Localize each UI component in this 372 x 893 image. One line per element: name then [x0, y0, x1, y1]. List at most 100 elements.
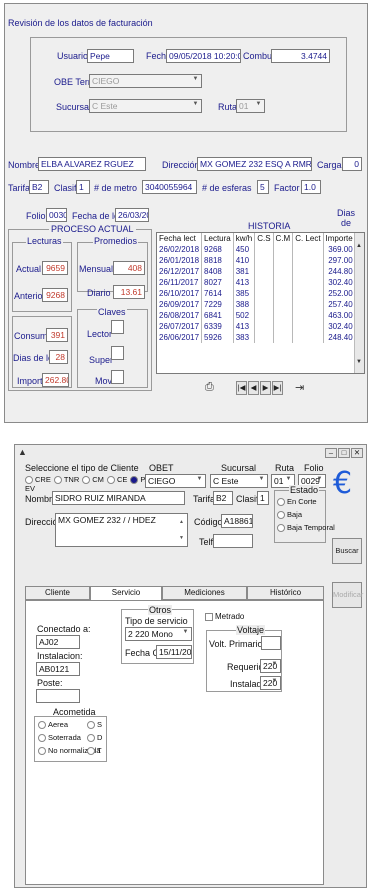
- nombre-field[interactable]: ELBA ALVAREZ RGUEZ: [38, 157, 146, 171]
- table-row[interactable]: 26/06/20175926383248.4031: [157, 332, 364, 343]
- c-clasif-label: Clasif: [236, 494, 259, 504]
- table-cell: [292, 255, 324, 266]
- codigo-field[interactable]: A18861: [221, 514, 253, 528]
- history-table: Fecha lect Lectura kw/h C.S C.M C. Lect Import…: [157, 233, 364, 343]
- table-row[interactable]: 26/09/20177229388257.4031: [157, 299, 364, 310]
- c-sucursal-label: Sucursal: [221, 463, 257, 473]
- poste-field[interactable]: [36, 689, 80, 703]
- modificar-button[interactable]: Modificar: [332, 582, 363, 608]
- obet-value: CIEGO: [148, 476, 176, 486]
- estado-label: Estado: [289, 485, 320, 495]
- obe-select[interactable]: CIEGO ▼: [89, 74, 202, 88]
- tab-servicio[interactable]: Servicio: [90, 586, 162, 601]
- consumo-field[interactable]: 391: [46, 328, 68, 342]
- sucursal-select[interactable]: C Este ▼: [89, 99, 202, 113]
- table-cell: 381: [233, 266, 256, 277]
- chevron-down-icon: ▼: [255, 101, 262, 107]
- lector-field[interactable]: [111, 320, 124, 334]
- tab-cliente[interactable]: Cliente: [25, 586, 90, 600]
- fecha-field[interactable]: 09/05/2018 10:20:03 AM: [166, 49, 241, 63]
- acometida-code-option[interactable]: T: [87, 746, 102, 759]
- prev-record-icon[interactable]: ◀: [248, 381, 259, 395]
- obet-select[interactable]: CIEGO ▼: [145, 474, 206, 488]
- instalado-select[interactable]: 220 ▼: [260, 676, 281, 690]
- tipo-option-cm[interactable]: CM: [82, 475, 104, 485]
- folio-field[interactable]: 0030: [46, 208, 67, 222]
- direccion-scrollbar[interactable]: ▲ ▼: [177, 514, 186, 546]
- carga-field[interactable]: 0: [342, 157, 362, 171]
- ruta-select[interactable]: 01 ▼: [236, 99, 265, 113]
- table-cell: 7614: [201, 288, 234, 299]
- ruta-value: 01: [239, 101, 249, 111]
- tipo-option-tnr[interactable]: TNR: [53, 475, 80, 485]
- combus-field[interactable]: 3.4744: [271, 49, 330, 63]
- mov-field[interactable]: [111, 370, 124, 384]
- buscar-button[interactable]: Buscar: [332, 538, 362, 564]
- esferas-field[interactable]: 5: [257, 180, 269, 194]
- super-field[interactable]: [111, 346, 124, 360]
- metro-field[interactable]: 3040055964: [142, 180, 197, 194]
- table-row[interactable]: 26/01/20188818410297.0031: [157, 255, 364, 266]
- tab-mediciones[interactable]: Mediciones: [162, 586, 247, 600]
- history-header-cell: Importe: [323, 233, 356, 244]
- scroll-up-icon[interactable]: ▲: [356, 243, 362, 249]
- tarifa-field[interactable]: B2: [29, 180, 49, 194]
- diario-field[interactable]: 13.61: [113, 285, 145, 299]
- table-row[interactable]: 26/10/20177614385252.0030: [157, 288, 364, 299]
- importe-field[interactable]: 262.80: [42, 373, 69, 387]
- metrado-checkbox[interactable]: Metrado: [205, 612, 244, 621]
- c-nombre-field[interactable]: SIDRO RUIZ MIRANDA: [52, 491, 185, 505]
- acometida-code-option[interactable]: S: [87, 720, 102, 733]
- acometida-code-option[interactable]: D: [87, 733, 102, 746]
- instalacion-field[interactable]: AB0121: [36, 662, 80, 676]
- tab-historico[interactable]: Histórico: [247, 586, 324, 600]
- factor-field[interactable]: 1.0: [301, 180, 321, 194]
- tipo-option-label: CM: [92, 475, 104, 484]
- c-sucursal-select[interactable]: C Este ▼: [210, 474, 268, 488]
- tipo-option-ce[interactable]: CE: [106, 475, 127, 485]
- fechac-field[interactable]: 15/11/2016: [156, 645, 192, 659]
- telf-field[interactable]: [213, 534, 253, 548]
- c-direccion-field[interactable]: MX GOMEZ 232 / / HDEZ: [55, 513, 188, 547]
- first-record-icon[interactable]: |◀: [236, 381, 247, 395]
- tipo-servicio-select[interactable]: 2 220 Mono ▼: [125, 627, 192, 641]
- requerido-select[interactable]: 220 ▼: [260, 659, 281, 673]
- fechalect-field[interactable]: 26/03/2018: [115, 208, 149, 222]
- table-row[interactable]: 26/07/20176339413302.4030: [157, 321, 364, 332]
- tipo-option-cre[interactable]: CRE: [25, 475, 51, 485]
- exit-icon[interactable]: ⇥: [295, 381, 307, 395]
- scroll-down-icon[interactable]: ▼: [356, 359, 362, 365]
- dias-field[interactable]: 28: [49, 350, 68, 364]
- last-record-icon[interactable]: ▶|: [272, 381, 283, 395]
- tipo-option-label: EV: [25, 484, 36, 494]
- clasif-field[interactable]: 1: [76, 180, 90, 194]
- table-row[interactable]: 26/12/20178408381244.8030: [157, 266, 364, 277]
- estado-option[interactable]: Baja Temporal: [277, 523, 335, 536]
- direccion-field[interactable]: MX GOMEZ 232 ESQ A RMREZ: [197, 157, 312, 171]
- conectado-field[interactable]: AJ02: [36, 635, 80, 649]
- table-row[interactable]: 26/02/20189268450369.0031: [157, 244, 364, 255]
- usuario-field[interactable]: Pepe: [87, 49, 134, 63]
- table-row[interactable]: 26/08/20176841502463.0031: [157, 310, 364, 321]
- acometida-code-label: S: [97, 720, 103, 729]
- table-cell: 248.40: [323, 332, 356, 343]
- next-record-icon[interactable]: ▶: [260, 381, 271, 395]
- anterior-field[interactable]: 9268: [42, 288, 68, 302]
- print-icon[interactable]: ⎙: [205, 381, 217, 395]
- mensual-field[interactable]: 408: [113, 261, 145, 275]
- c-clasif-field[interactable]: 1: [257, 491, 269, 505]
- table-row[interactable]: 26/11/20178027413302.4031: [157, 277, 364, 288]
- volt-primario-field[interactable]: [261, 636, 281, 650]
- mov-label: Mov: [95, 376, 113, 386]
- lector-label: Lector: [87, 329, 113, 339]
- c-tarifa-field[interactable]: B2: [213, 491, 233, 505]
- estado-option[interactable]: En Corte: [277, 497, 335, 510]
- maximize-icon[interactable]: □: [338, 448, 350, 458]
- minimize-icon[interactable]: –: [325, 448, 337, 458]
- close-icon[interactable]: ✕: [351, 448, 363, 458]
- actual-field[interactable]: 9659: [42, 261, 68, 275]
- history-scrollbar[interactable]: ▲ ▼: [354, 233, 364, 373]
- estado-option[interactable]: Baja: [277, 510, 335, 523]
- tipo-option-label: TNR: [63, 475, 80, 484]
- volt-primario-label: Volt. Primario: [209, 639, 263, 649]
